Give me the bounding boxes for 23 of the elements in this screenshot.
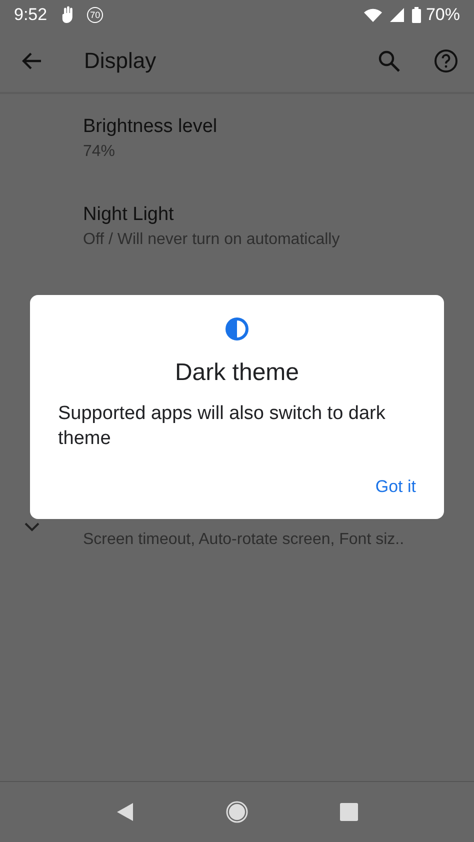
screen-title: Display xyxy=(84,48,156,74)
help-icon[interactable] xyxy=(434,49,458,73)
setting-title[interactable]: Brightness level xyxy=(83,114,474,140)
wifi-icon xyxy=(364,8,382,22)
status-time: 9:52 xyxy=(14,5,48,25)
battery-percent: 70% xyxy=(426,5,460,25)
signal-icon xyxy=(390,8,404,22)
half-circle-icon xyxy=(225,317,249,341)
chevron-down-icon[interactable] xyxy=(24,522,40,532)
setting-summary: 74% xyxy=(83,142,116,162)
got-it-button[interactable]: Got it xyxy=(369,473,422,501)
battery-icon xyxy=(412,7,421,23)
dialog-message: Supported apps will also switch to dark theme xyxy=(58,402,386,451)
search-icon[interactable] xyxy=(378,50,400,72)
hand-icon xyxy=(61,6,76,24)
dialog-title: Dark theme xyxy=(174,359,300,387)
setting-summary: Screen timeout, Auto-rotate screen, Font siz.. xyxy=(83,530,404,550)
setting-summary: Off / Will never turn on automatically xyxy=(83,230,341,250)
home-icon[interactable] xyxy=(226,801,248,823)
back-arrow-icon[interactable] xyxy=(22,52,42,70)
notification-badge: 70 xyxy=(87,7,104,23)
back-icon[interactable] xyxy=(116,802,134,822)
setting-title[interactable]: Night Light xyxy=(83,202,474,228)
